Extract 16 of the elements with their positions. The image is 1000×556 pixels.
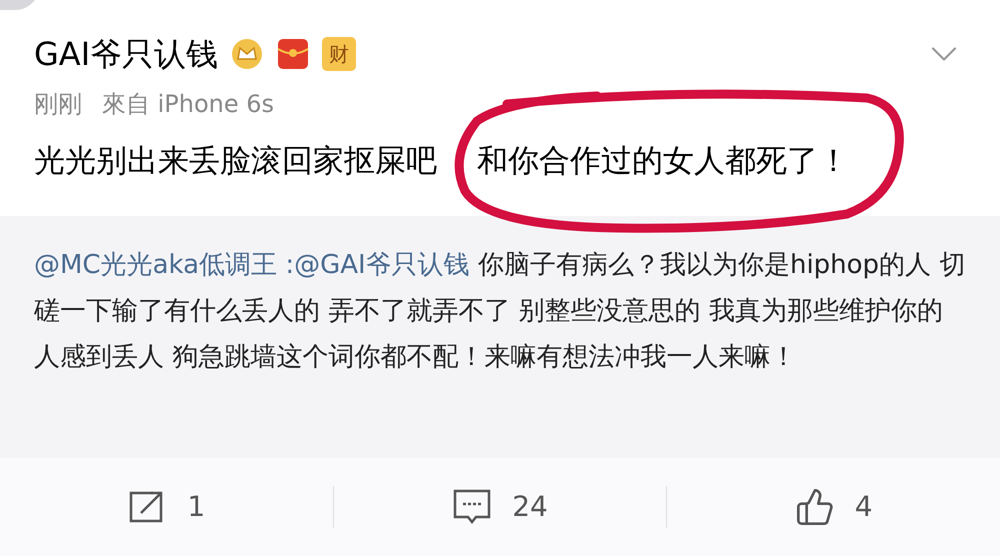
username[interactable]: GAI爷只认钱	[34, 30, 218, 78]
author-link[interactable]: @MC光光aka低调王	[34, 250, 278, 280]
action-button[interactable]: 24	[334, 486, 666, 528]
mention-link[interactable]: @GAI爷只认钱	[294, 250, 470, 280]
post-text: 光光别出来丢脸滚回家抠屎吧	[34, 142, 437, 181]
repost-text: @MC光光aka低调王 :@GAI爷只认钱 你脑子有病么？我以为你是hiphop的人 切磋一下输了有什么丢人的 弄不了就弄不了 别整些没意思的 我真为那些维护你的人感到丢人 狗急跳墙这个词你都不配！来嘛有想法冲我一人来嘛！	[34, 249, 966, 374]
thumbs-up-icon	[794, 487, 835, 527]
wealth-badge: 财	[322, 37, 356, 71]
post-source: 來自 iPhone 6s	[102, 89, 274, 120]
crown-icon	[230, 37, 264, 71]
gift-envelope-icon	[276, 37, 310, 71]
comment-icon	[452, 488, 492, 526]
action-button[interactable]: 4	[667, 486, 1000, 528]
post-text: 和你合作过的女人都死了！	[477, 143, 849, 179]
post-time: 刚刚	[34, 89, 82, 120]
action-button[interactable]: 1	[0, 486, 333, 528]
